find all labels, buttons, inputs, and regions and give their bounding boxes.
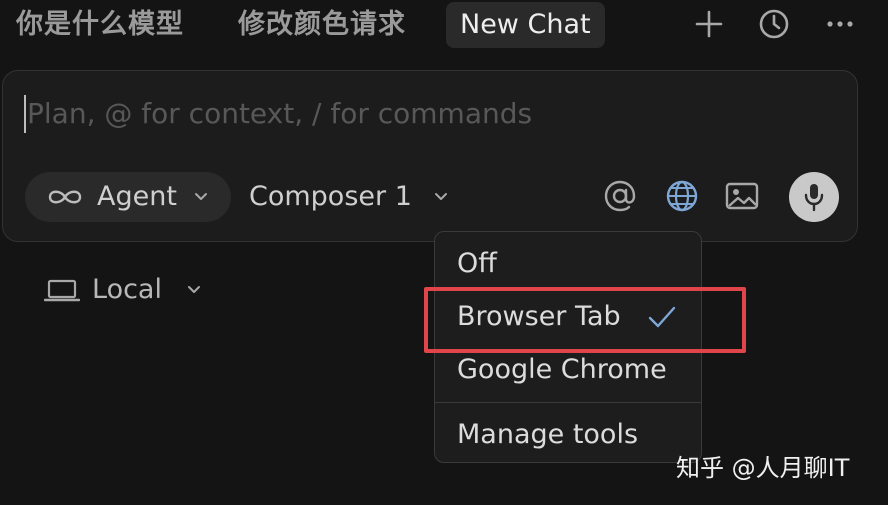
history-clock-icon[interactable]	[756, 6, 792, 42]
environment-selector[interactable]: Local	[40, 266, 210, 314]
tab-change-color-request[interactable]: 修改颜色请求	[238, 2, 406, 48]
chevron-down-icon	[195, 193, 207, 200]
at-mention-icon[interactable]	[601, 177, 639, 215]
microphone-button[interactable]	[789, 172, 839, 222]
prompt-input[interactable]	[27, 91, 627, 135]
watermark: 知乎 @人月聊IT	[676, 454, 850, 482]
tab-bar: 你是什么模型 修改颜色请求 New Chat	[0, 0, 888, 52]
chevron-down-icon	[188, 286, 200, 293]
microphone-icon	[804, 184, 824, 212]
model-label: Composer 1	[249, 181, 412, 212]
infinity-icon	[48, 190, 82, 204]
plus-icon[interactable]	[691, 6, 727, 42]
menu-item-manage-tools[interactable]: Manage tools	[435, 411, 701, 459]
chevron-down-icon	[435, 193, 447, 200]
image-icon[interactable]	[723, 179, 761, 213]
laptop-icon	[44, 279, 80, 302]
agent-mode-label: Agent	[97, 181, 177, 212]
menu-item-off[interactable]: Off	[435, 240, 701, 288]
chat-composer: Agent Composer 1	[2, 70, 858, 242]
menu-item-label: Off	[457, 248, 497, 279]
globe-icon[interactable]	[663, 177, 701, 215]
tab-what-model[interactable]: 你是什么模型	[16, 2, 184, 48]
highlight-box-annotation	[424, 287, 746, 353]
environment-label: Local	[92, 274, 162, 305]
menu-item-label: Google Chrome	[457, 354, 667, 385]
app-root: 你是什么模型 修改颜色请求 New Chat Agent	[0, 0, 888, 505]
model-selector[interactable]: Composer 1	[249, 172, 459, 222]
tab-new-chat[interactable]: New Chat	[446, 2, 605, 48]
menu-item-google-chrome[interactable]: Google Chrome	[435, 346, 701, 394]
text-cursor	[24, 95, 26, 133]
agent-mode-selector[interactable]: Agent	[25, 172, 231, 222]
menu-item-label: Manage tools	[457, 419, 639, 450]
menu-divider	[435, 402, 701, 403]
more-ellipsis-icon[interactable]	[822, 6, 858, 42]
